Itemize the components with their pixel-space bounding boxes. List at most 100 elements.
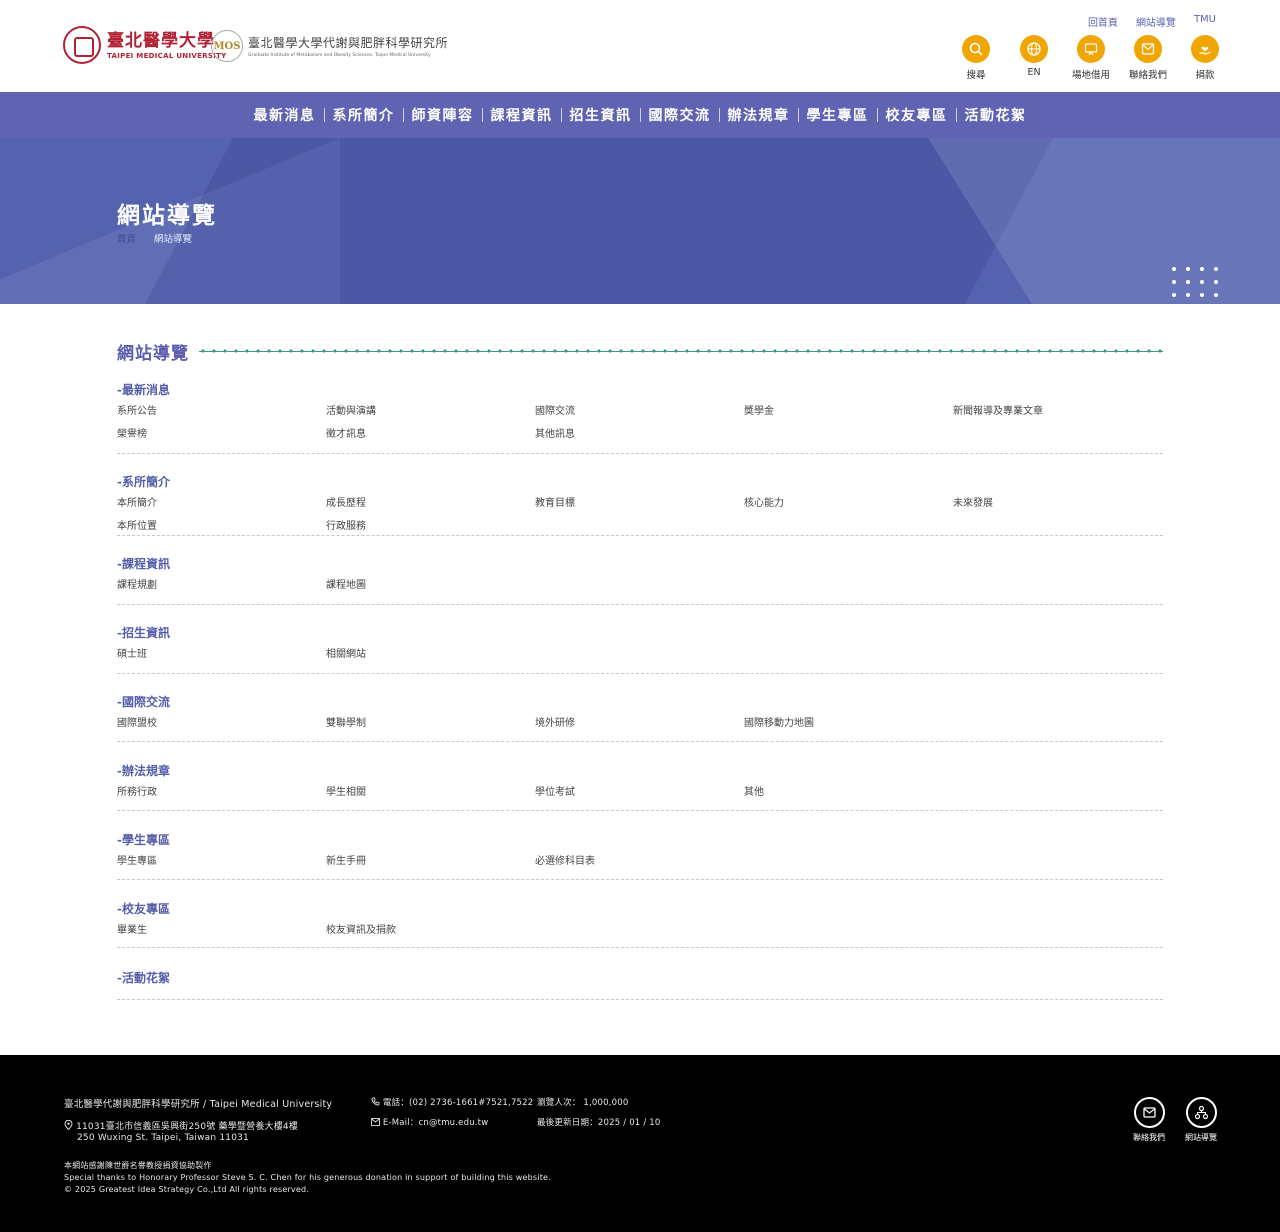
sitemap-link[interactable]: 活動與演講 bbox=[326, 400, 535, 423]
footer-email-text: E-Mail：cn@tmu.edu.tw bbox=[382, 1118, 489, 1128]
footer-email[interactable]: E-Mail：cn@tmu.edu.tw bbox=[371, 1116, 488, 1128]
footer-phone: 電話：(02) 2736-1661#7521,7522 bbox=[371, 1096, 533, 1108]
nav-item-admissions[interactable]: 招生資訊 bbox=[562, 105, 640, 125]
footer-contact-button[interactable]: 聯絡我們 bbox=[1119, 1097, 1179, 1143]
sitemap-link[interactable]: 相關網站 bbox=[326, 643, 535, 666]
banner-decor bbox=[116, 138, 1064, 304]
nav-item-international[interactable]: 國際交流 bbox=[641, 105, 719, 125]
sitemap-section-title[interactable]: -學生專區 bbox=[117, 832, 1163, 848]
footer-contact-label: 聯絡我們 bbox=[1133, 1133, 1165, 1142]
tmu-logo[interactable]: 臺北醫學大學 TAIPEI MEDICAL UNIVERSITY bbox=[63, 26, 227, 64]
sitemap-link[interactable]: 碩士班 bbox=[117, 643, 326, 666]
sitemap-section-title[interactable]: -招生資訊 bbox=[117, 625, 1163, 641]
page-banner: 網站導覽 首頁 網站導覽 bbox=[0, 138, 1280, 304]
sitemap-link[interactable]: 新生手冊 bbox=[326, 850, 535, 873]
toplink-sitemap[interactable]: 網站導覽 bbox=[1136, 14, 1176, 29]
sitemap-link[interactable]: 榮譽榜 bbox=[117, 423, 326, 446]
sitemap-link[interactable]: 課程規劃 bbox=[117, 574, 326, 597]
sitemap-link[interactable]: 校友資訊及捐款 bbox=[326, 919, 535, 942]
footer: 臺北醫學代謝與肥胖科學研究所 / Taipei Medical Universi… bbox=[0, 1055, 1280, 1232]
main-nav: 最新消息 系所簡介 師資陣容 課程資訊 招生資訊 國際交流 辦法規章 學生專區 … bbox=[0, 92, 1280, 138]
sitemap-link[interactable]: 課程地圖 bbox=[326, 574, 535, 597]
sitemap-link[interactable]: 畢業生 bbox=[117, 919, 326, 942]
sitemap-link[interactable]: 新聞報導及專業文章 bbox=[953, 400, 1162, 423]
sitemap-link[interactable]: 未來發展 bbox=[953, 492, 1162, 515]
sitemap-link[interactable]: 系所公告 bbox=[117, 400, 326, 423]
page-title: 網站導覽 bbox=[117, 203, 217, 229]
sitemap-section-title[interactable]: -辦法規章 bbox=[117, 763, 1163, 779]
sitemap-section: -系所簡介本所簡介 成長歷程 教育目標 核心能力 未來發展本所位置 行政服務 bbox=[117, 474, 1163, 536]
nav-item-regulations[interactable]: 辦法規章 bbox=[720, 105, 798, 125]
sitemap-section: -最新消息系所公告 活動與演講 國際交流 獎學金 新聞報導及專業文章榮譽榜 徵才訊息 其他訊… bbox=[117, 382, 1163, 454]
sitemap-section-title[interactable]: -活動花絮 bbox=[117, 970, 1163, 986]
nav-item-courses[interactable]: 課程資訊 bbox=[483, 105, 561, 125]
sitemap-header: 網站導覽 bbox=[117, 340, 1163, 364]
location-pin-icon bbox=[64, 1119, 73, 1131]
sitemap-link[interactable]: 教育目標 bbox=[535, 492, 744, 515]
sitemap-link-grid: 國際盟校 雙聯學制 境外研修 國際移動力地圖 bbox=[117, 712, 1163, 735]
quick-search[interactable]: 搜尋 bbox=[946, 35, 1006, 81]
quick-contact-label: 聯絡我們 bbox=[1128, 70, 1167, 81]
sitemap: 網站導覽 -最新消息系所公告 活動與演講 國際交流 獎學金 新聞報導及專業文章榮譽榜 徵才… bbox=[117, 340, 1163, 1000]
sitemap-link[interactable]: 學生相關 bbox=[326, 781, 535, 804]
nav-item-news[interactable]: 最新消息 bbox=[246, 105, 324, 125]
sitemap-link[interactable]: 成長歷程 bbox=[326, 492, 535, 515]
quick-english[interactable]: EN bbox=[1004, 35, 1064, 78]
sitemap-link[interactable]: 其他 bbox=[744, 781, 953, 804]
footer-phone-text: 電話：(02) 2736-1661#7521,7522 bbox=[382, 1098, 534, 1108]
sitemap-link[interactable]: 徵才訊息 bbox=[326, 423, 535, 446]
institute-logo-cn: 臺北醫學大學代謝與肥胖科學研究所 bbox=[248, 36, 449, 50]
globe-icon bbox=[1020, 35, 1048, 63]
sitemap-link[interactable]: 核心能力 bbox=[744, 492, 953, 515]
sitemap-link[interactable]: 其他訊息 bbox=[535, 423, 744, 446]
breadcrumb-current: 網站導覽 bbox=[154, 234, 193, 245]
sitemap-link[interactable]: 學生專區 bbox=[117, 850, 326, 873]
footer-address-en: 250 Wuxing St. Taipei, Taiwan 11031 bbox=[77, 1133, 249, 1143]
sitemap-link[interactable]: 雙聯學制 bbox=[326, 712, 535, 735]
sitemap-link[interactable]: 國際移動力地圖 bbox=[744, 712, 953, 735]
quick-contact[interactable]: 聯絡我們 bbox=[1118, 35, 1178, 81]
sitemap-link[interactable]: 本所簡介 bbox=[117, 492, 326, 515]
sitemap-section-title[interactable]: -課程資訊 bbox=[117, 556, 1163, 572]
nav-item-faculty[interactable]: 師資陣容 bbox=[404, 105, 482, 125]
sitemap-link-grid: 系所公告 活動與演講 國際交流 獎學金 新聞報導及專業文章榮譽榜 徵才訊息 其他訊息 bbox=[117, 400, 1163, 446]
quick-venue[interactable]: 場地借用 bbox=[1061, 35, 1121, 81]
sitemap-section-title[interactable]: -系所簡介 bbox=[117, 474, 1163, 490]
sitemap-link[interactable]: 獎學金 bbox=[744, 400, 953, 423]
tmu-logo-en: TAIPEI MEDICAL UNIVERSITY bbox=[107, 52, 227, 60]
footer-address-cn: 11031臺北市信義區吳興街250號 藥學暨營養大樓4樓 bbox=[64, 1119, 298, 1132]
breadcrumb-home[interactable]: 首頁 bbox=[117, 231, 136, 245]
footer-address-cn-text: 11031臺北市信義區吳興街250號 藥學暨營養大樓4樓 bbox=[76, 1122, 299, 1132]
sitemap-link[interactable]: 境外研修 bbox=[535, 712, 744, 735]
phone-icon bbox=[371, 1097, 380, 1106]
nav-item-students[interactable]: 學生專區 bbox=[799, 105, 877, 125]
footer-sitemap-button[interactable]: 網站導覽 bbox=[1171, 1097, 1231, 1143]
nav-item-alumni[interactable]: 校友專區 bbox=[878, 105, 956, 125]
mail-icon bbox=[1133, 1097, 1165, 1128]
institute-logo[interactable]: MOS 臺北醫學大學代謝與肥胖科學研究所 Graduate Institute … bbox=[211, 30, 448, 62]
nav-item-about[interactable]: 系所簡介 bbox=[325, 105, 403, 125]
sitemap-link[interactable]: 必選修科目表 bbox=[535, 850, 744, 873]
nav-item-gallery[interactable]: 活動花絮 bbox=[957, 105, 1035, 125]
sitemap-section-title[interactable]: -最新消息 bbox=[117, 382, 1163, 398]
quick-venue-label: 場地借用 bbox=[1071, 70, 1110, 81]
toplink-home[interactable]: 回首頁 bbox=[1088, 14, 1118, 29]
sitemap-link[interactable]: 國際交流 bbox=[535, 400, 744, 423]
search-icon bbox=[962, 35, 990, 63]
sitemap-section-title[interactable]: -校友專區 bbox=[117, 901, 1163, 917]
mos-badge-icon: MOS bbox=[211, 30, 243, 62]
chain-divider bbox=[199, 347, 1163, 355]
sitemap-link[interactable]: 學位考試 bbox=[535, 781, 744, 804]
sitemap-link[interactable]: 行政服務 bbox=[326, 515, 535, 538]
footer-thanks-cn: 本網站感謝陳世爵名譽教授捐資協助製作 bbox=[64, 1161, 212, 1170]
quick-donate[interactable]: 捐款 bbox=[1175, 35, 1235, 81]
sitemap-section-title[interactable]: -國際交流 bbox=[117, 694, 1163, 710]
sitemap-link[interactable]: 國際盟校 bbox=[117, 712, 326, 735]
sitemap-link[interactable]: 本所位置 bbox=[117, 515, 326, 538]
sitemap-section: -招生資訊碩士班 相關網站 bbox=[117, 625, 1163, 674]
mail-icon bbox=[1134, 35, 1162, 63]
sitemap-link[interactable]: 所務行政 bbox=[117, 781, 326, 804]
dots-decor-icon bbox=[1172, 267, 1218, 297]
toplink-tmu[interactable]: TMU bbox=[1194, 14, 1216, 29]
footer-copyright: © 2025 Greatest Idea Strategy Co.,Ltd Al… bbox=[64, 1185, 310, 1194]
